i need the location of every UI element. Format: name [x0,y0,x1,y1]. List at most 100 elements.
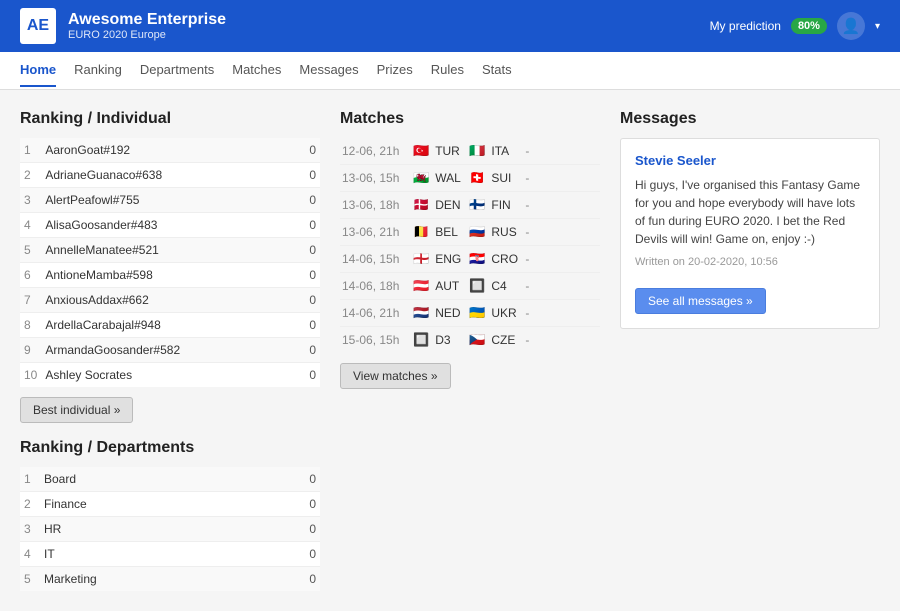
right-column: Messages Stevie Seeler Hi guys, I've org… [620,110,880,591]
match-team2-flag: 🇺🇦 [469,305,485,321]
message-author[interactable]: Stevie Seeler [635,153,865,168]
match-team1-name: D3 [435,333,463,347]
score-cell: 0 [300,567,320,592]
match-date: 15-06, 15h [342,333,407,347]
match-team1-flag: 🇧🇪 [413,224,429,240]
match-team2-flag: 🇮🇹 [469,143,485,159]
match-row: 14-06, 21h 🇳🇱 NED 🇺🇦 UKR - [340,300,600,327]
see-all-messages-button[interactable]: See all messages » [635,288,766,314]
match-date: 12-06, 21h [342,144,407,158]
message-date: Written on 20-02-2020, 10:56 [635,256,865,268]
match-score: - [525,198,529,212]
match-team2-flag: 🇭🇷 [469,251,485,267]
name-cell: AdrianeGuanaco#638 [41,163,300,188]
rank-cell: 1 [20,138,41,163]
header-right: My prediction 80% 👤 ▾ [710,12,880,40]
nav-stats[interactable]: Stats [482,54,512,87]
score-cell: 0 [300,188,320,213]
match-team1-flag: 🇦🇹 [413,278,429,294]
score-cell: 0 [300,517,320,542]
score-cell: 0 [300,163,320,188]
ranking-departments-title: Ranking / Departments [20,439,320,457]
user-avatar-button[interactable]: 👤 [837,12,865,40]
ranking-departments-table: 1 Board 0 2 Finance 0 3 HR 0 4 IT 0 5 Ma… [20,467,320,591]
match-team2-flag: 🇷🇺 [469,224,485,240]
rank-cell: 5 [20,567,40,592]
match-score: - [525,306,529,320]
name-cell: HR [40,517,300,542]
table-row: 3 AlertPeafowl#755 0 [20,188,320,213]
table-row: 10 Ashley Socrates 0 [20,363,320,388]
score-cell: 0 [300,492,320,517]
table-row: 7 AnxiousAddax#662 0 [20,288,320,313]
score-cell: 0 [300,238,320,263]
nav-rules[interactable]: Rules [431,54,464,87]
nav-messages[interactable]: Messages [299,54,358,87]
nav-matches[interactable]: Matches [232,54,281,87]
match-list: 12-06, 21h 🇹🇷 TUR 🇮🇹 ITA - 13-06, 15h 🏴󠁧… [340,138,600,353]
nav-prizes[interactable]: Prizes [377,54,413,87]
name-cell: AnxiousAddax#662 [41,288,300,313]
prediction-label: My prediction [710,19,781,33]
nav-ranking[interactable]: Ranking [74,54,122,87]
rank-cell: 4 [20,213,41,238]
nav-bar: Home Ranking Departments Matches Message… [0,52,900,90]
best-individual-button[interactable]: Best individual » [20,397,133,423]
match-team1-name: ENG [435,252,463,266]
match-team1-name: WAL [435,171,463,185]
score-cell: 0 [300,138,320,163]
name-cell: Ashley Socrates [41,363,300,388]
table-row: 3 HR 0 [20,517,320,542]
name-cell: Board [40,467,300,492]
middle-column: Matches 12-06, 21h 🇹🇷 TUR 🇮🇹 ITA - 13-06… [340,110,600,591]
table-row: 5 AnnelleManatee#521 0 [20,238,320,263]
match-team2-flag: 🔲 [469,278,485,294]
match-row: 13-06, 21h 🇧🇪 BEL 🇷🇺 RUS - [340,219,600,246]
match-date: 14-06, 21h [342,306,407,320]
table-row: 6 AntioneMamba#598 0 [20,263,320,288]
name-cell: AaronGoat#192 [41,138,300,163]
rank-cell: 3 [20,517,40,542]
main-content: Ranking / Individual 1 AaronGoat#192 0 2… [0,90,900,611]
match-score: - [525,252,529,266]
match-team1-name: TUR [435,144,463,158]
rank-cell: 1 [20,467,40,492]
rank-cell: 5 [20,238,41,263]
matches-title: Matches [340,110,600,128]
nav-departments[interactable]: Departments [140,54,214,87]
table-row: 1 Board 0 [20,467,320,492]
rank-cell: 10 [20,363,41,388]
match-team2-name: C4 [491,279,519,293]
match-score: - [525,333,529,347]
match-row: 12-06, 21h 🇹🇷 TUR 🇮🇹 ITA - [340,138,600,165]
match-date: 13-06, 21h [342,225,407,239]
name-cell: ArmandaGoosander#582 [41,338,300,363]
name-cell: AlertPeafowl#755 [41,188,300,213]
ranking-individual-table: 1 AaronGoat#192 0 2 AdrianeGuanaco#638 0… [20,138,320,387]
match-row: 15-06, 15h 🔲 D3 🇨🇿 CZE - [340,327,600,353]
nav-home[interactable]: Home [20,54,56,87]
rank-cell: 9 [20,338,41,363]
messages-box: Stevie Seeler Hi guys, I've organised th… [620,138,880,329]
match-score: - [525,144,529,158]
name-cell: Marketing [40,567,300,592]
match-team1-name: DEN [435,198,463,212]
table-row: 5 Marketing 0 [20,567,320,592]
left-column: Ranking / Individual 1 AaronGoat#192 0 2… [20,110,320,591]
match-team2-name: CRO [491,252,519,266]
header-subtitle: EURO 2020 Europe [68,29,226,41]
table-row: 1 AaronGoat#192 0 [20,138,320,163]
score-cell: 0 [300,313,320,338]
view-matches-button[interactable]: View matches » [340,363,451,389]
table-row: 9 ArmandaGoosander#582 0 [20,338,320,363]
name-cell: Finance [40,492,300,517]
match-team1-name: NED [435,306,463,320]
score-cell: 0 [300,263,320,288]
match-team2-flag: 🇨🇿 [469,332,485,348]
name-cell: AntioneMamba#598 [41,263,300,288]
match-team2-name: FIN [491,198,519,212]
score-cell: 0 [300,338,320,363]
match-score: - [525,171,529,185]
user-menu-chevron[interactable]: ▾ [875,21,880,32]
match-date: 13-06, 15h [342,171,407,185]
